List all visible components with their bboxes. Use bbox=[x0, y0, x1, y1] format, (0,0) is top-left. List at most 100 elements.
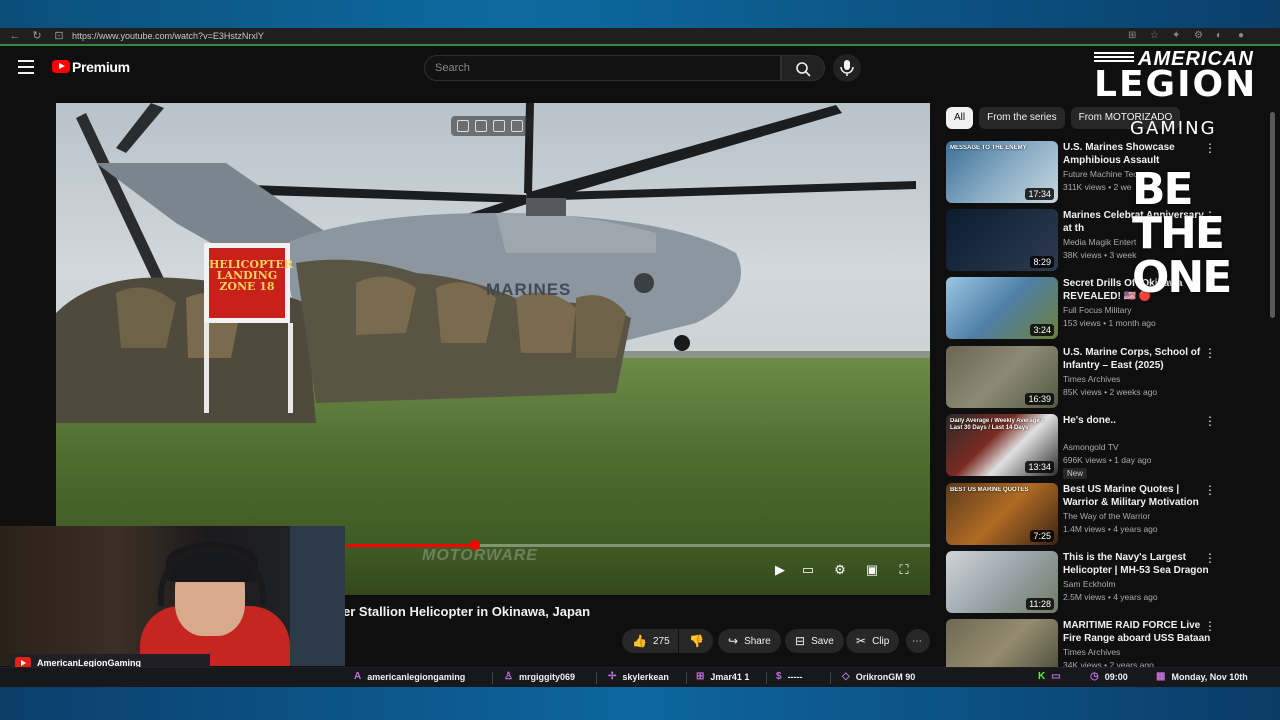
url-text[interactable]: https://www.youtube.com/watch?v=E3HstzNr… bbox=[72, 31, 264, 41]
ticker-text: americanlegiongaming bbox=[367, 671, 466, 682]
video-duration: 7:25 bbox=[1030, 530, 1054, 542]
screen: ← ↻ ⊡ https://www.youtube.com/watch?v=E3… bbox=[0, 0, 1280, 720]
more-options-icon[interactable]: ⋮ bbox=[1204, 619, 1216, 633]
translate-icon[interactable] bbox=[511, 120, 523, 132]
pip-icon[interactable] bbox=[457, 120, 469, 132]
chip-all[interactable]: All bbox=[946, 107, 974, 129]
brand-gaming: GAMING bbox=[1130, 118, 1217, 139]
ticker-text: ----- bbox=[787, 671, 803, 682]
save-button[interactable]: ⊟ Save bbox=[785, 629, 844, 653]
stream-frame-bottom bbox=[0, 687, 1280, 720]
reload-icon[interactable]: ↻ bbox=[30, 29, 44, 43]
video-thumbnail[interactable]: 16:39 bbox=[946, 346, 1058, 408]
extension-icon[interactable]: ◐ bbox=[1216, 30, 1228, 42]
site-info-icon[interactable]: ⊡ bbox=[52, 29, 66, 43]
settings-gear-icon[interactable]: ⚙ bbox=[831, 561, 849, 579]
calendar-icon: ▦ bbox=[1156, 671, 1166, 682]
recommendation-item[interactable]: MESSAGE TO THE ENEMY 17:34 U.S. Marines Sh… bbox=[946, 141, 1266, 205]
channel-name[interactable]: Sam Eckholm bbox=[1063, 579, 1115, 589]
screenshot-icon[interactable] bbox=[475, 120, 487, 132]
video-meta: 311K views • 2 we bbox=[1063, 182, 1132, 192]
video-thumbnail[interactable]: BEST US MARINE QUOTES 7:25 bbox=[946, 483, 1058, 545]
more-options-icon[interactable]: ⋮ bbox=[1204, 414, 1216, 428]
more-options-icon[interactable]: ⋮ bbox=[1204, 141, 1216, 155]
channel-name[interactable]: Asmongold TV bbox=[1063, 442, 1119, 452]
video-meta: 2.5M views • 4 years ago bbox=[1063, 592, 1158, 602]
share-icon: ↪ bbox=[728, 634, 739, 648]
recommendation-title[interactable]: MARITIME RAID FORCE Live Fire Range aboa… bbox=[1063, 619, 1213, 645]
recommendation-item[interactable]: Daily Average / Weekly Average / Last 30… bbox=[946, 414, 1266, 479]
clip-label: Clip bbox=[872, 635, 890, 647]
video-duration: 16:39 bbox=[1025, 393, 1054, 405]
sparkle-icon: ✢ bbox=[608, 671, 617, 682]
ticker-status-icons: K ▭ bbox=[1038, 671, 1061, 682]
person-icon: ♙ bbox=[504, 671, 513, 682]
video-meta: 153 views • 1 month ago bbox=[1063, 318, 1156, 328]
more-options-icon[interactable]: ⋮ bbox=[1204, 483, 1216, 497]
video-player[interactable]: HELICOPTER LANDING ZONE 18 MARINES MOTOR… bbox=[56, 103, 930, 595]
thumbs-down-icon: 👎 bbox=[689, 634, 704, 648]
bookmark-star-icon[interactable]: ☆ bbox=[1150, 30, 1162, 42]
ticker-clock: ◷ 09:00 bbox=[1090, 671, 1128, 682]
fuselage-marking: MARINES bbox=[486, 280, 572, 299]
progress-scrubber[interactable] bbox=[469, 540, 480, 550]
install-icon[interactable]: ⊞ bbox=[1128, 30, 1140, 42]
ticker-item: ♙ mrgiggity069 bbox=[504, 671, 575, 682]
more-options-icon[interactable]: ⋮ bbox=[1204, 551, 1216, 565]
youtube-header: Premium Search bbox=[0, 48, 1280, 88]
notes-icon[interactable] bbox=[493, 120, 505, 132]
share-button[interactable]: ↪ Share bbox=[718, 629, 781, 653]
search-button[interactable] bbox=[781, 55, 825, 81]
youtube-brand[interactable]: Premium bbox=[72, 59, 130, 75]
recommendation-item[interactable]: BEST US MARINE QUOTES 7:25 Best US Marine … bbox=[946, 483, 1266, 547]
search-input[interactable]: Search bbox=[424, 55, 781, 81]
ticker-date-text: Monday, Nov 10th bbox=[1171, 671, 1248, 682]
recommendation-item[interactable]: 11:28 This is the Navy's Largest Helicopt… bbox=[946, 551, 1266, 615]
browser-extensions: ⊞ ☆ ✦ ⚙ ◐ ● bbox=[1128, 30, 1250, 42]
extension-icon[interactable]: ✦ bbox=[1172, 30, 1184, 42]
clip-button[interactable]: ✂ Clip bbox=[846, 629, 900, 653]
recommendation-title[interactable]: He's done.. bbox=[1063, 414, 1213, 427]
subtitles-icon[interactable]: ▭ bbox=[799, 561, 817, 579]
recommendation-title[interactable]: U.S. Marine Corps, School of Infantry – … bbox=[1063, 346, 1213, 372]
channel-name[interactable]: Media Magik Entert bbox=[1063, 237, 1136, 247]
autoplay-toggle-icon[interactable]: ▶ bbox=[771, 561, 789, 579]
video-thumbnail[interactable]: 11:28 bbox=[946, 551, 1058, 613]
fullscreen-icon[interactable]: ⛶ bbox=[895, 561, 913, 579]
channel-name[interactable]: Times Archives bbox=[1063, 647, 1120, 657]
ticker-item: Aamericanlegiongaming bbox=[354, 671, 465, 682]
ticker-text: OrikronGM 90 bbox=[855, 671, 916, 682]
channel-name[interactable]: The Way of the Warrior bbox=[1063, 511, 1150, 521]
video-thumbnail[interactable]: 8:29 bbox=[946, 209, 1058, 271]
stream-frame-top bbox=[0, 0, 1280, 28]
channel-name[interactable]: Full Focus Military bbox=[1063, 305, 1131, 315]
chip-from-series[interactable]: From the series bbox=[979, 107, 1065, 129]
video-thumbnail[interactable]: MESSAGE TO THE ENEMY 17:34 bbox=[946, 141, 1058, 203]
video-thumbnail[interactable]: 3:24 bbox=[946, 277, 1058, 339]
channel-name[interactable]: Future Machine Tec bbox=[1063, 169, 1138, 179]
extension-icon[interactable]: ⚙ bbox=[1194, 30, 1206, 42]
menu-icon[interactable] bbox=[18, 60, 34, 74]
channel-name[interactable]: Times Archives bbox=[1063, 374, 1120, 384]
dislike-button[interactable]: 👎 bbox=[679, 629, 713, 653]
profile-icon[interactable]: ● bbox=[1238, 30, 1250, 42]
voice-search-button[interactable] bbox=[833, 54, 861, 82]
recommendation-item[interactable]: 16:39 U.S. Marine Corps, School of Infant… bbox=[946, 346, 1266, 410]
bookmark-icon: ⊟ bbox=[795, 634, 806, 648]
brand-legion: LEGION bbox=[1094, 64, 1258, 105]
theater-mode-icon[interactable]: ▣ bbox=[863, 561, 881, 579]
video-thumbnail[interactable]: Daily Average / Weekly Average / Last 30… bbox=[946, 414, 1058, 476]
back-icon[interactable]: ← bbox=[8, 29, 22, 43]
like-button[interactable]: 👍 275 bbox=[622, 629, 678, 653]
recommendation-title[interactable]: This is the Navy's Largest Helicopter | … bbox=[1063, 551, 1213, 577]
youtube-logo-icon[interactable] bbox=[52, 60, 70, 73]
progress-bar[interactable] bbox=[346, 540, 930, 550]
webcam-background-shelf bbox=[290, 526, 345, 666]
more-options-icon[interactable]: ⋮ bbox=[1204, 346, 1216, 360]
recommendation-title[interactable]: Best US Marine Quotes | Warrior & Milita… bbox=[1063, 483, 1213, 509]
sidebar-scrollbar[interactable] bbox=[1270, 112, 1275, 318]
more-actions-button[interactable]: ⋯ bbox=[906, 629, 930, 653]
video-watermark: MOTORWARE bbox=[422, 547, 538, 564]
ticker-item: ◇ OrikronGM 90 bbox=[842, 671, 915, 682]
thumbnail-caption: MESSAGE TO THE ENEMY bbox=[950, 145, 1027, 151]
